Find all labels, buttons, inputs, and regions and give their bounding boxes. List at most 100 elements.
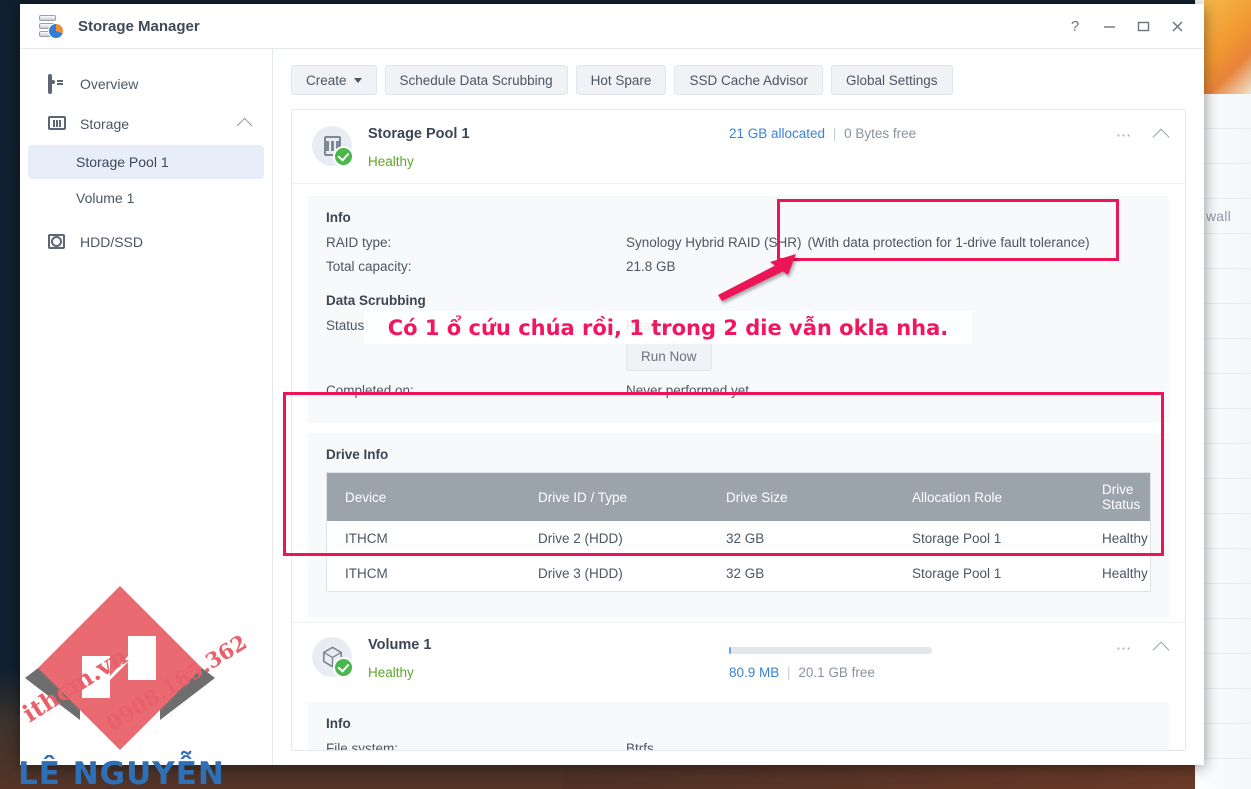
storage-manager-window: Storage Manager ? Overview Storage Stora…: [20, 4, 1204, 765]
total-capacity-value: 21.8 GB: [626, 259, 676, 274]
storage-pool-header-actions: ⋯: [1116, 126, 1170, 146]
cell-device: ITHCM: [345, 531, 388, 546]
storage-pool-info-block: Info RAID type: Synology Hybrid RAID (SH…: [308, 196, 1169, 423]
volume-info-title: Info: [326, 716, 351, 731]
scrubbing-status-value: Ready: [626, 318, 666, 333]
sidebar-item-volume-1[interactable]: Volume 1: [28, 181, 264, 215]
sidebar-item-overview[interactable]: Overview: [28, 67, 264, 101]
cell-drive-status: Healthy: [1102, 531, 1148, 546]
sidebar-item-label: Volume 1: [76, 190, 135, 206]
global-settings-button[interactable]: Global Settings: [831, 65, 953, 95]
volume-info-block: Info File system: Btrfs Total capacity: …: [308, 702, 1169, 751]
volume-usage-separator: |: [787, 665, 791, 680]
hdd-ssd-icon: [48, 234, 66, 250]
allocated-link[interactable]: 21 GB allocated: [729, 126, 825, 141]
column-header-allocation-role[interactable]: Allocation Role: [894, 472, 1084, 521]
close-button[interactable]: [1160, 4, 1194, 48]
collapse-chevron-icon[interactable]: [1152, 128, 1170, 146]
toolbar: Create Schedule Data Scrubbing Hot Spare…: [291, 65, 1186, 95]
raid-type-note: (With data protection for 1-drive fault …: [807, 235, 1090, 250]
minimize-button[interactable]: [1092, 4, 1126, 48]
storage-pool-header[interactable]: Storage Pool 1 Healthy 21 GB allocated |…: [292, 110, 1185, 184]
volume-free-label: 20.1 GB free: [798, 665, 875, 680]
total-capacity-label: Total capacity:: [326, 259, 412, 274]
storage-pool-icon: [312, 126, 354, 167]
allocation-separator: |: [832, 126, 837, 141]
volume-used-link[interactable]: 80.9 MB: [729, 665, 779, 680]
sidebar-item-label: Overview: [80, 76, 139, 92]
drive-info-block: Drive Info Device Drive ID / Type Drive …: [308, 433, 1169, 618]
raid-type-row: RAID type: Synology Hybrid RAID (SHR) (W…: [326, 235, 1151, 250]
sidebar-item-storage-pool-1[interactable]: Storage Pool 1: [28, 145, 264, 179]
cell-drive-size: 32 GB: [726, 531, 765, 546]
column-header-drive-id[interactable]: Drive ID / Type: [520, 472, 708, 521]
storage-pool-status: Healthy: [368, 154, 414, 169]
volume-name: Volume 1: [368, 637, 432, 653]
scrubbing-status-row: Status: Ready: [326, 318, 1151, 333]
background-window[interactable]: wall: [1204, 0, 1251, 789]
free-space-label: 0 Bytes free: [844, 126, 917, 141]
cell-allocation-role: Storage Pool 1: [912, 566, 1002, 581]
sidebar-item-label: HDD/SSD: [80, 234, 144, 250]
hot-spare-button[interactable]: Hot Spare: [575, 65, 667, 95]
title-bar: Storage Manager ?: [20, 4, 1204, 49]
background-window-text: wall: [1206, 208, 1231, 224]
drive-info-table: Device Drive ID / Type Drive Size Alloca…: [326, 472, 1151, 592]
sidebar-item-hdd-ssd[interactable]: HDD/SSD: [28, 225, 264, 259]
cell-drive-size: 32 GB: [726, 566, 765, 581]
sidebar-item-label: Storage Pool 1: [76, 154, 169, 170]
file-system-value: Btrfs: [626, 741, 654, 751]
file-system-label: File system:: [326, 741, 399, 751]
storage-icon: [48, 116, 66, 132]
scrubbing-completed-row: Completed on: Never performed yet: [326, 383, 1151, 398]
storage-panel: Storage Pool 1 Healthy 21 GB allocated |…: [291, 109, 1186, 751]
table-header-row: Device Drive ID / Type Drive Size Alloca…: [326, 472, 1151, 521]
raid-type-value: Synology Hybrid RAID (SHR): [626, 235, 802, 250]
scrubbing-status-label: Status:: [326, 318, 369, 333]
cell-device: ITHCM: [345, 566, 388, 581]
schedule-data-scrubbing-button[interactable]: Schedule Data Scrubbing: [384, 65, 568, 95]
ssd-cache-advisor-button[interactable]: SSD Cache Advisor: [674, 65, 823, 95]
info-title: Info: [326, 210, 351, 225]
window-title: Storage Manager: [78, 17, 200, 35]
volume-header[interactable]: Volume 1 Healthy 80.9 MB | 20.1 GB free …: [292, 622, 1185, 694]
drive-info-title: Drive Info: [326, 447, 389, 462]
cell-drive-id: Drive 2 (HDD): [538, 531, 623, 546]
sidebar-item-storage[interactable]: Storage: [28, 107, 264, 141]
volume-header-actions: ⋯: [1116, 639, 1170, 659]
window-controls: ?: [1058, 4, 1194, 48]
sidebar: Overview Storage Storage Pool 1 Volume 1…: [20, 49, 273, 765]
column-header-drive-size[interactable]: Drive Size: [708, 472, 894, 521]
data-scrubbing-title: Data Scrubbing: [326, 293, 426, 308]
volume-status: Healthy: [368, 665, 414, 680]
more-options-icon[interactable]: ⋯: [1116, 639, 1133, 657]
completed-on-value: Never performed yet: [626, 383, 750, 398]
storage-pool-name: Storage Pool 1: [368, 126, 470, 142]
table-row[interactable]: ITHCM Drive 3 (HDD) 32 GB Storage Pool 1…: [327, 556, 1151, 592]
background-window-banner: [1204, 0, 1251, 94]
cell-drive-id: Drive 3 (HDD): [538, 566, 623, 581]
create-button[interactable]: Create: [291, 65, 377, 95]
background-window-rows: [1204, 94, 1251, 789]
help-button[interactable]: ?: [1058, 4, 1092, 48]
healthy-check-icon: [333, 146, 354, 167]
table-row[interactable]: ITHCM Drive 2 (HDD) 32 GB Storage Pool 1…: [327, 521, 1151, 556]
collapse-chevron-icon[interactable]: [1152, 641, 1170, 659]
volume-usage-bar: [729, 647, 932, 654]
storage-pool-allocation: 21 GB allocated | 0 Bytes free: [729, 126, 916, 141]
raid-type-label: RAID type:: [326, 235, 392, 250]
column-header-device[interactable]: Device: [326, 472, 520, 521]
cell-drive-status: Healthy: [1102, 566, 1148, 581]
chevron-down-icon: [353, 77, 362, 83]
create-button-label: Create: [306, 72, 347, 88]
healthy-check-icon: [333, 657, 354, 678]
cell-allocation-role: Storage Pool 1: [912, 531, 1002, 546]
volume-icon: [312, 637, 354, 678]
more-options-icon[interactable]: ⋯: [1116, 126, 1133, 144]
maximize-button[interactable]: [1126, 4, 1160, 48]
run-now-button[interactable]: Run Now: [626, 342, 712, 371]
content-area: Create Schedule Data Scrubbing Hot Spare…: [273, 49, 1204, 765]
overview-icon: [48, 74, 66, 94]
column-header-drive-status[interactable]: Drive Status: [1084, 472, 1151, 521]
window-body: Overview Storage Storage Pool 1 Volume 1…: [20, 49, 1204, 765]
